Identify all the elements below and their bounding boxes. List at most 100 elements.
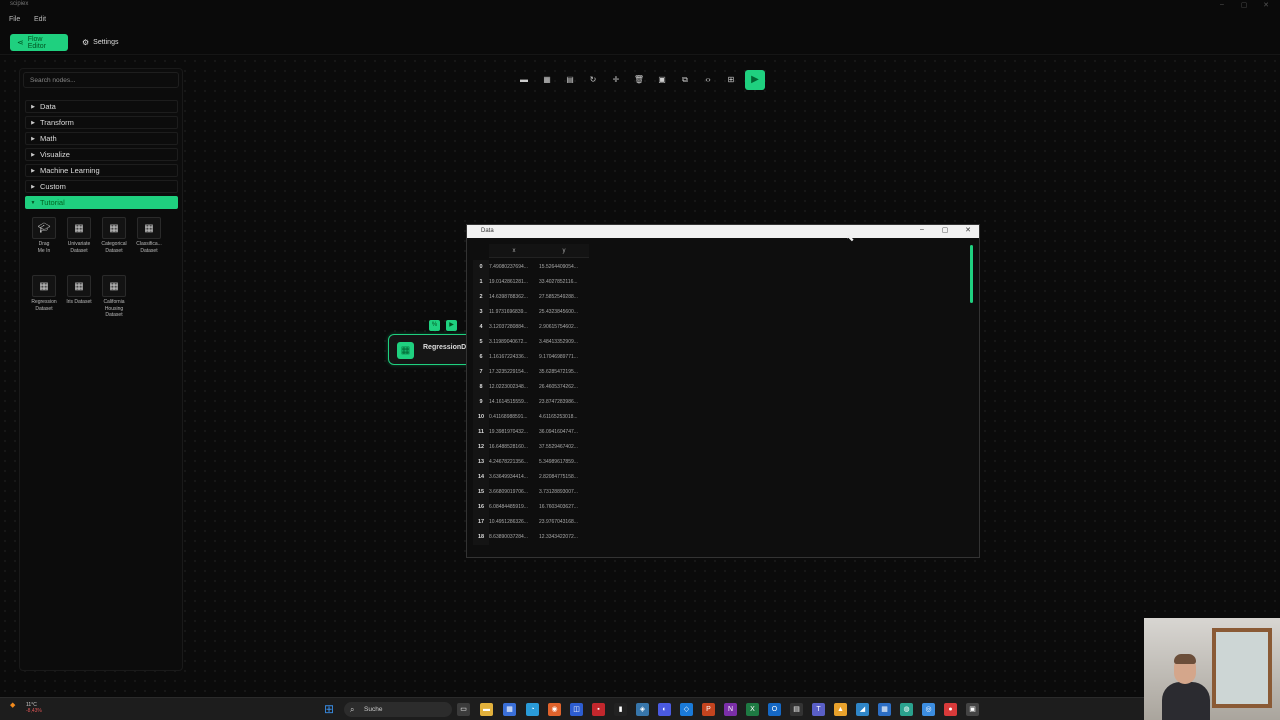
cell-y[interactable]: 33.4027852116... — [539, 275, 587, 290]
cell-x[interactable]: 3.11989040672... — [489, 335, 537, 350]
bitwarden-icon[interactable]: ◫ — [570, 703, 583, 716]
terminal-icon[interactable]: ▮ — [614, 703, 627, 716]
vertical-scrollbar[interactable] — [970, 245, 973, 303]
app-red-icon[interactable]: ▪ — [592, 703, 605, 716]
menu-file[interactable]: File — [9, 16, 20, 23]
grid-view-icon[interactable]: ▦ — [539, 73, 555, 87]
cell-y[interactable]: 5.34989617859... — [539, 455, 587, 470]
run-button[interactable]: ▶ — [745, 70, 765, 90]
flow-editor-tab[interactable]: ⋖ Flow Editor — [10, 34, 68, 51]
taskbar-search[interactable]: ⌕ Suche — [344, 702, 452, 717]
category-transform[interactable]: ▶ Transform — [25, 116, 178, 129]
folder-icon[interactable]: ▬ — [480, 703, 493, 716]
cell-x[interactable]: 14.1614515559... — [489, 395, 537, 410]
cell-y[interactable]: 9.17046989771... — [539, 350, 587, 365]
cell-x[interactable]: 19.3981970432... — [489, 425, 537, 440]
cell-y[interactable]: 23.8747283986... — [539, 395, 587, 410]
category-tutorial[interactable]: ▼ Tutorial — [25, 196, 178, 209]
table-icon[interactable]: ▤ — [562, 73, 578, 87]
windows-start-icon[interactable]: ⊞ — [324, 703, 337, 716]
column-header-x[interactable]: x — [489, 244, 539, 258]
maximize-icon[interactable]: ▢ — [1236, 1, 1252, 9]
category-custom[interactable]: ▶ Custom — [25, 180, 178, 193]
calc-icon[interactable]: ▦ — [878, 703, 891, 716]
tile-iris-dataset[interactable]: ▦ Iris Dataset — [64, 275, 94, 306]
python-icon[interactable]: ◈ — [636, 703, 649, 716]
vscode-icon[interactable]: ◇ — [680, 703, 693, 716]
cell-y[interactable]: 12.3343422072... — [539, 530, 587, 545]
app-teal-icon[interactable]: ◍ — [900, 703, 913, 716]
cell-x[interactable]: 17.3235229154... — [489, 365, 537, 380]
column-header-y[interactable]: y — [539, 244, 589, 258]
cell-x[interactable]: 11.9731696839... — [489, 305, 537, 320]
tile-drag-me-in[interactable]: 🎓︎ Drag Me In — [29, 217, 59, 254]
cell-y[interactable]: 2.82084775158... — [539, 470, 587, 485]
search-input[interactable]: Search nodes... — [23, 72, 179, 88]
cell-y[interactable]: 26.4605374262... — [539, 380, 587, 395]
cell-x[interactable]: 10.4951286326... — [489, 515, 537, 530]
firefox-icon[interactable]: ◉ — [548, 703, 561, 716]
node-percent-button[interactable]: % — [429, 320, 440, 331]
save-icon[interactable]: ▣ — [654, 73, 670, 87]
cell-x[interactable]: 0.41168988591... — [489, 410, 537, 425]
category-visualize[interactable]: ▶ Visualize — [25, 148, 178, 161]
cell-y[interactable]: 23.9767043168... — [539, 515, 587, 530]
cell-x[interactable]: 19.0142861281... — [489, 275, 537, 290]
copy-icon[interactable]: ⧉ — [677, 73, 693, 87]
layout-icon[interactable]: ⊞ — [723, 73, 739, 87]
regression-dataset-node[interactable]: ▦ RegressionD — [388, 334, 478, 365]
category-data[interactable]: ▶ Data — [25, 100, 178, 113]
settings-tab[interactable]: ⚙ Settings — [75, 34, 125, 51]
onenote-icon[interactable]: N — [724, 703, 737, 716]
node-run-button[interactable]: ▶ — [446, 320, 457, 331]
outlook-icon[interactable]: O — [768, 703, 781, 716]
category-math[interactable]: ▶ Math — [25, 132, 178, 145]
app-active-icon[interactable]: ◢ — [856, 703, 869, 716]
app-grey-icon[interactable]: ▣ — [966, 703, 979, 716]
app-red2-icon[interactable]: ● — [944, 703, 957, 716]
cell-x[interactable]: 1.16167224336... — [489, 350, 537, 365]
folder-icon[interactable]: ▬ — [516, 73, 532, 87]
cell-x[interactable]: 3.63649934414... — [489, 470, 537, 485]
file-explorer-icon[interactable]: ▭ — [457, 703, 470, 716]
powerpoint-icon[interactable]: P — [702, 703, 715, 716]
edge-icon[interactable]: ◔ — [526, 703, 539, 716]
cell-y[interactable]: 16.7603403627... — [539, 500, 587, 515]
tile-california-housing-dataset[interactable]: ▦ California Housing Dataset — [99, 275, 129, 319]
tile-classification-dataset[interactable]: ▦ Classifica... Dataset — [134, 217, 164, 254]
cell-y[interactable]: 35.6285472195... — [539, 365, 587, 380]
cell-x[interactable]: 6.08484485919... — [489, 500, 537, 515]
delete-icon[interactable]: 🗑 — [631, 73, 647, 87]
tile-regression-dataset[interactable]: ▦ Regression Dataset — [29, 275, 59, 312]
close-icon[interactable]: ✕ — [1258, 1, 1274, 9]
code-icon[interactable]: ‹› — [700, 73, 716, 87]
category-machine-learning[interactable]: ▶ Machine Learning — [25, 164, 178, 177]
cell-y[interactable]: 25.4323845600... — [539, 305, 587, 320]
cell-x[interactable]: 12.0223002348... — [489, 380, 537, 395]
cell-y[interactable]: 36.0941604747... — [539, 425, 587, 440]
cell-x[interactable]: 16.6488528160... — [489, 440, 537, 455]
cell-y[interactable]: 27.5852549288... — [539, 290, 587, 305]
close-icon[interactable]: ✕ — [961, 226, 975, 234]
cell-y[interactable]: 3.48413352909... — [539, 335, 587, 350]
cell-y[interactable]: 3.73128893007... — [539, 485, 587, 500]
menu-edit[interactable]: Edit — [34, 16, 46, 23]
cell-x[interactable]: 3.66809019706... — [489, 485, 537, 500]
cell-y[interactable]: 2.90615754602... — [539, 320, 587, 335]
cell-y[interactable]: 15.5264409054... — [539, 260, 587, 275]
cell-x[interactable]: 14.6398788362... — [489, 290, 537, 305]
cell-x[interactable]: 4.24678221356... — [489, 455, 537, 470]
cell-y[interactable]: 4.61165253018... — [539, 410, 587, 425]
teams-icon[interactable]: T — [812, 703, 825, 716]
warning-icon[interactable]: ▲ — [834, 703, 847, 716]
tile-categorical-dataset[interactable]: ▦ Categorical Dataset — [99, 217, 129, 254]
app-blue2-icon[interactable]: ◎ — [922, 703, 935, 716]
minimize-icon[interactable]: – — [915, 226, 929, 233]
app-dark-icon[interactable]: ▤ — [790, 703, 803, 716]
github-icon[interactable]: ◐ — [658, 703, 671, 716]
excel-icon[interactable]: X — [746, 703, 759, 716]
cell-x[interactable]: 3.12037280884... — [489, 320, 537, 335]
undo-icon[interactable]: ↻ — [585, 73, 601, 87]
move-icon[interactable]: ✛ — [608, 73, 624, 87]
maximize-icon[interactable]: ▢ — [938, 226, 952, 234]
